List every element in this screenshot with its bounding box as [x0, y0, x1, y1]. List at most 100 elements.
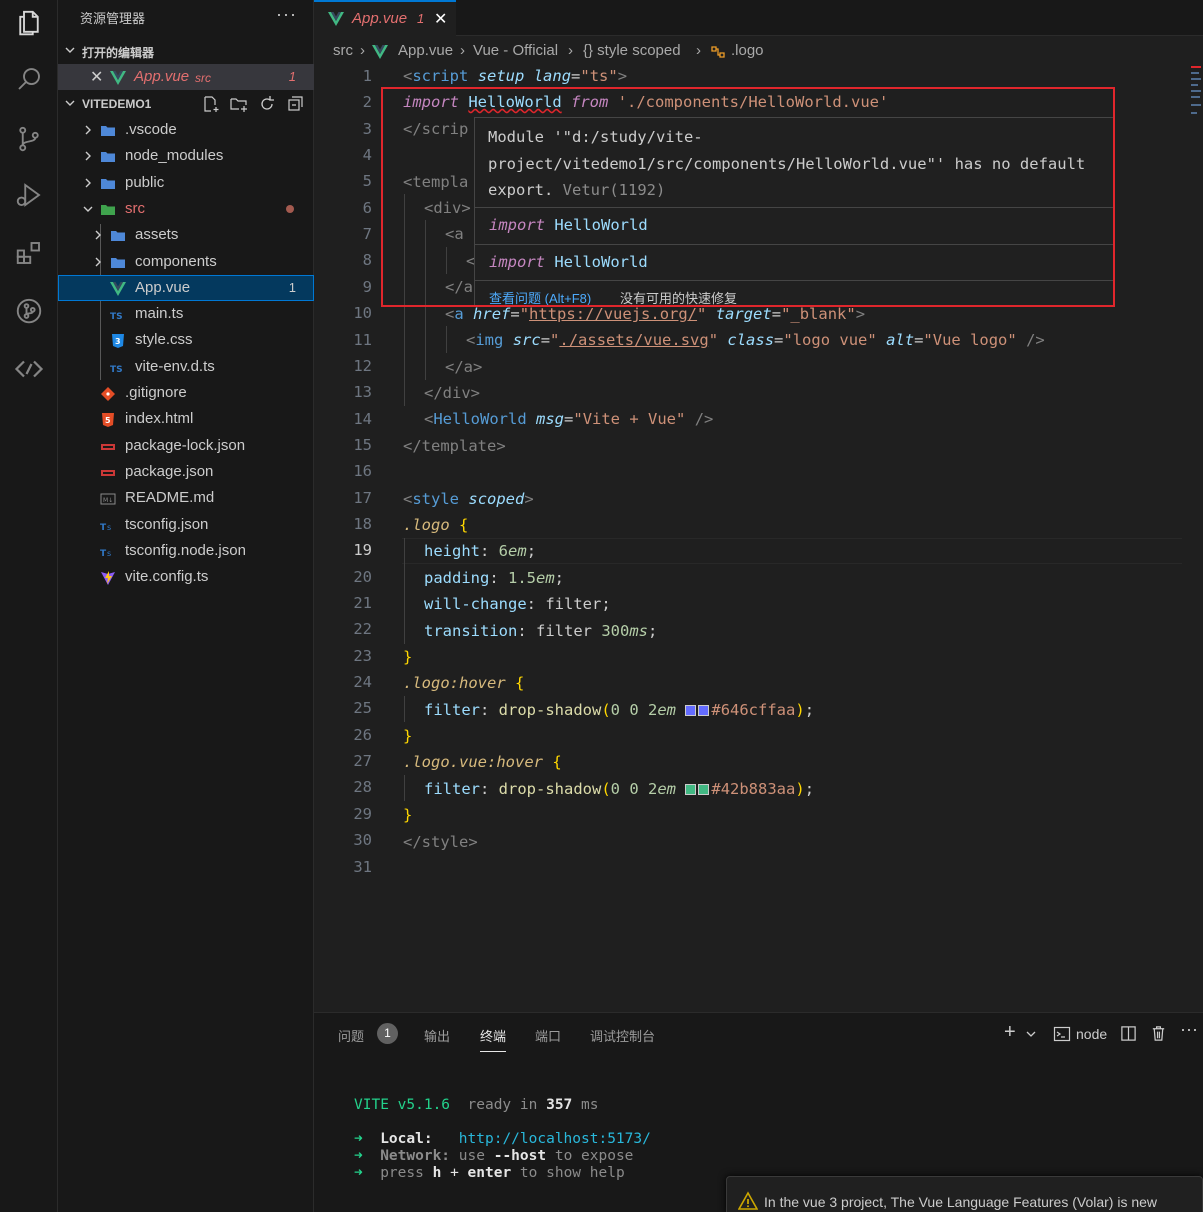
line-number: 9 — [362, 277, 372, 296]
code-line-23: } — [403, 648, 413, 666]
collapse-all-icon[interactable] — [286, 95, 304, 116]
folder-icon — [100, 123, 116, 139]
chevron-right-icon — [95, 257, 101, 266]
tree-item-tsconfig-json[interactable]: Ts tsconfig.json — [58, 512, 314, 538]
line-number: 12 — [353, 356, 372, 375]
more-icon[interactable]: ··· — [1180, 1019, 1198, 1040]
tree-item-package-json[interactable]: package.json — [58, 459, 314, 485]
tab-app-vue[interactable]: App.vue 1 ✕ — [314, 0, 456, 36]
indent-guide — [446, 326, 447, 353]
terminal-line-help: ➜ press h + enter to show help — [354, 1165, 625, 1181]
open-editors-header[interactable]: 打开的编辑器 — [58, 40, 314, 64]
chevron-right-icon — [85, 178, 91, 188]
breadcrumb-language[interactable]: Vue - Official — [473, 42, 558, 59]
split-terminal-icon[interactable] — [1120, 1025, 1137, 1042]
code-line-17: <style scoped> — [403, 490, 534, 508]
tree-item-style-css[interactable]: 3 style.css — [58, 327, 314, 353]
tab-output[interactable]: 输出 — [424, 1026, 450, 1045]
tree-item-vite-env-d-ts[interactable]: TS vite-env.d.ts — [58, 354, 314, 380]
svg-text:T: T — [100, 549, 107, 559]
tree-item-public[interactable]: public — [58, 170, 314, 196]
svg-text:TS: TS — [110, 312, 123, 322]
line-number: 23 — [353, 646, 372, 665]
tree-item-readme-md[interactable]: M↓ README.md — [58, 485, 314, 511]
code-line-28: filter: drop-shadow(0 0 2em #42b883aa); — [424, 780, 815, 798]
tree-item-label: src — [125, 199, 145, 217]
line-number: 29 — [353, 804, 372, 823]
svg-text:s: s — [107, 549, 111, 558]
more-actions-button[interactable]: ··· — [276, 4, 297, 25]
search-icon[interactable] — [14, 64, 44, 94]
tree-item-tsconfig-node-json[interactable]: Ts tsconfig.node.json — [58, 538, 314, 564]
breadcrumb-style-scoped[interactable]: {} style scoped — [583, 42, 681, 59]
chevron-down-icon — [65, 100, 75, 106]
explorer-icon[interactable] — [14, 8, 44, 38]
tab-problems[interactable]: 问题 — [338, 1026, 364, 1045]
tree-item-label: public — [125, 173, 165, 191]
line-number: 24 — [353, 673, 372, 692]
open-editor-app-vue[interactable]: ✕ App.vue src 1 — [58, 64, 314, 90]
trash-icon[interactable] — [1150, 1025, 1167, 1042]
tree-item-vite-config-ts[interactable]: vite.config.ts — [58, 564, 314, 590]
breadcrumb-logo[interactable]: .logo — [731, 42, 764, 59]
terminal-line-local: ➜ Local: http://localhost:5173/ — [354, 1131, 651, 1147]
new-terminal-icon[interactable]: + — [1004, 1021, 1016, 1044]
color-swatch[interactable] — [685, 784, 697, 795]
tree-item-label: App.vue — [135, 278, 191, 296]
code-line-25: filter: drop-shadow(0 0 2em #646cffaa); — [424, 701, 815, 719]
tree-item-assets[interactable]: assets — [58, 222, 314, 248]
breadcrumb-src[interactable]: src — [333, 42, 353, 59]
tree-item-label: package.json — [125, 462, 214, 480]
notification-toast[interactable]: In the vue 3 project, The Vue Language F… — [726, 1176, 1203, 1212]
remote-icon[interactable] — [14, 354, 44, 384]
code-line-10: <a href="https://vuejs.org/" target="_bl… — [445, 305, 866, 323]
new-folder-icon[interactable] — [230, 95, 248, 116]
tree-item-app-vue[interactable]: App.vue 1 — [58, 274, 314, 301]
tree-item-package-lock-json[interactable]: package-lock.json — [58, 433, 314, 459]
folder-icon — [100, 176, 116, 192]
tree-item-label: package-lock.json — [125, 436, 246, 454]
run-debug-icon[interactable] — [14, 180, 44, 210]
line-number: 8 — [362, 251, 372, 270]
css-file-icon: 3 — [110, 333, 126, 349]
close-icon[interactable]: ✕ — [90, 67, 103, 87]
tree-item-vscode[interactable]: .vscode — [58, 117, 314, 143]
tab-debug-console[interactable]: 调试控制台 — [590, 1026, 655, 1045]
git-graph-icon[interactable] — [14, 296, 44, 326]
html-file-icon: 5 — [100, 412, 116, 428]
terminal-name[interactable]: node — [1076, 1026, 1107, 1042]
color-swatch[interactable] — [698, 705, 710, 716]
minimap[interactable] — [1189, 64, 1203, 124]
tree-item-components[interactable]: components — [58, 249, 314, 275]
tree-item-index-html[interactable]: 5 index.html — [58, 406, 314, 432]
tree-item-node-modules[interactable]: node_modules — [58, 143, 314, 169]
highlight-annotation-box — [381, 87, 1115, 307]
tab-terminal[interactable]: 终端 — [480, 1026, 507, 1052]
vue-file-icon — [328, 12, 344, 26]
tree-item-label: vite.config.ts — [125, 568, 209, 586]
tab-ports[interactable]: 端口 — [535, 1026, 561, 1045]
indent-guide — [404, 538, 405, 644]
color-swatch[interactable] — [698, 784, 710, 795]
vue-file-icon — [372, 45, 388, 59]
terminal-line-vite: VITE v5.1.6 ready in 357 ms — [354, 1097, 599, 1113]
chevron-down-icon[interactable] — [1026, 1029, 1036, 1039]
line-number: 28 — [353, 778, 372, 797]
extensions-icon[interactable] — [14, 238, 44, 268]
project-header[interactable]: VITEDEMO1 — [58, 93, 314, 117]
tree-item-gitignore[interactable]: .gitignore — [58, 380, 314, 406]
color-swatch[interactable] — [685, 705, 697, 716]
line-number: 21 — [353, 594, 372, 612]
refresh-icon[interactable] — [258, 95, 276, 116]
source-control-icon[interactable] — [14, 124, 44, 154]
tree-item-label: style.css — [135, 331, 193, 349]
code-line-14: <HelloWorld msg="Vite + Vue" /> — [424, 410, 714, 428]
code-line-13: </div> — [424, 384, 480, 402]
tree-item-src[interactable]: src — [58, 196, 314, 222]
tab-label: App.vue — [352, 10, 408, 27]
warning-icon — [738, 1191, 758, 1210]
tree-item-main-ts[interactable]: TS main.ts — [58, 301, 314, 327]
breadcrumb-file[interactable]: App.vue — [398, 42, 453, 59]
close-icon[interactable]: ✕ — [434, 9, 447, 29]
new-file-icon[interactable] — [202, 95, 220, 116]
